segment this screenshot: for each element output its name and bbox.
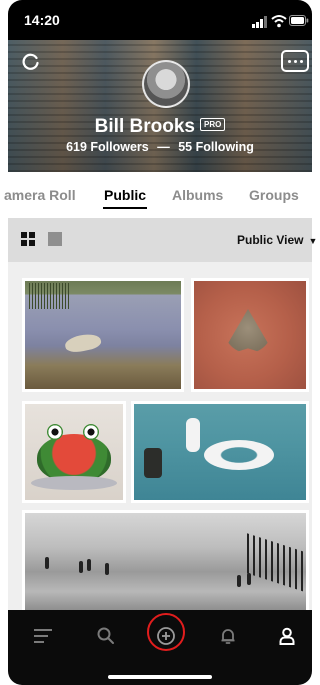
profile-name: Bill Brooks PRO: [8, 116, 312, 138]
grid-view-icon[interactable]: [21, 232, 35, 246]
tab-public[interactable]: Public: [104, 187, 146, 203]
bell-icon[interactable]: [218, 626, 238, 646]
following-link[interactable]: 55 Following: [178, 140, 254, 154]
photo-watermelon-frog[interactable]: [22, 401, 126, 503]
avatar[interactable]: [142, 60, 190, 108]
photo-moth-on-brick[interactable]: [191, 278, 309, 392]
visibility-dropdown-label: Public View: [237, 233, 304, 247]
photo-beach-bw[interactable]: [22, 510, 309, 614]
single-view-icon[interactable]: [48, 232, 62, 246]
wifi-icon: [271, 15, 287, 28]
tab-groups[interactable]: Groups: [249, 187, 299, 203]
more-options-button[interactable]: [281, 50, 309, 72]
home-indicator: [108, 675, 212, 679]
pro-badge: PRO: [199, 118, 226, 132]
status-time: 14:20: [24, 12, 60, 28]
visibility-dropdown[interactable]: Public View ▼: [237, 233, 317, 247]
profile-icon[interactable]: [277, 626, 297, 646]
add-icon[interactable]: [156, 626, 176, 646]
refresh-icon[interactable]: [22, 52, 40, 70]
follow-separator: —: [157, 140, 170, 154]
battery-icon: [289, 15, 309, 26]
profile-name-text: Bill Brooks: [94, 116, 195, 137]
active-tab-indicator: [103, 207, 147, 209]
followers-link[interactable]: 619 Followers: [66, 140, 149, 154]
search-icon[interactable]: [96, 626, 116, 646]
tab-albums[interactable]: Albums: [172, 187, 223, 203]
photo-heron-wetland[interactable]: [22, 278, 184, 392]
tab-camera-roll[interactable]: amera Roll: [4, 187, 76, 203]
menu-icon[interactable]: [34, 626, 54, 646]
signal-icon: [252, 16, 268, 28]
follow-stats: 619 Followers — 55 Following: [8, 140, 312, 154]
chevron-down-icon: ▼: [308, 236, 318, 246]
photo-unicorn-float-sea[interactable]: [131, 401, 309, 503]
